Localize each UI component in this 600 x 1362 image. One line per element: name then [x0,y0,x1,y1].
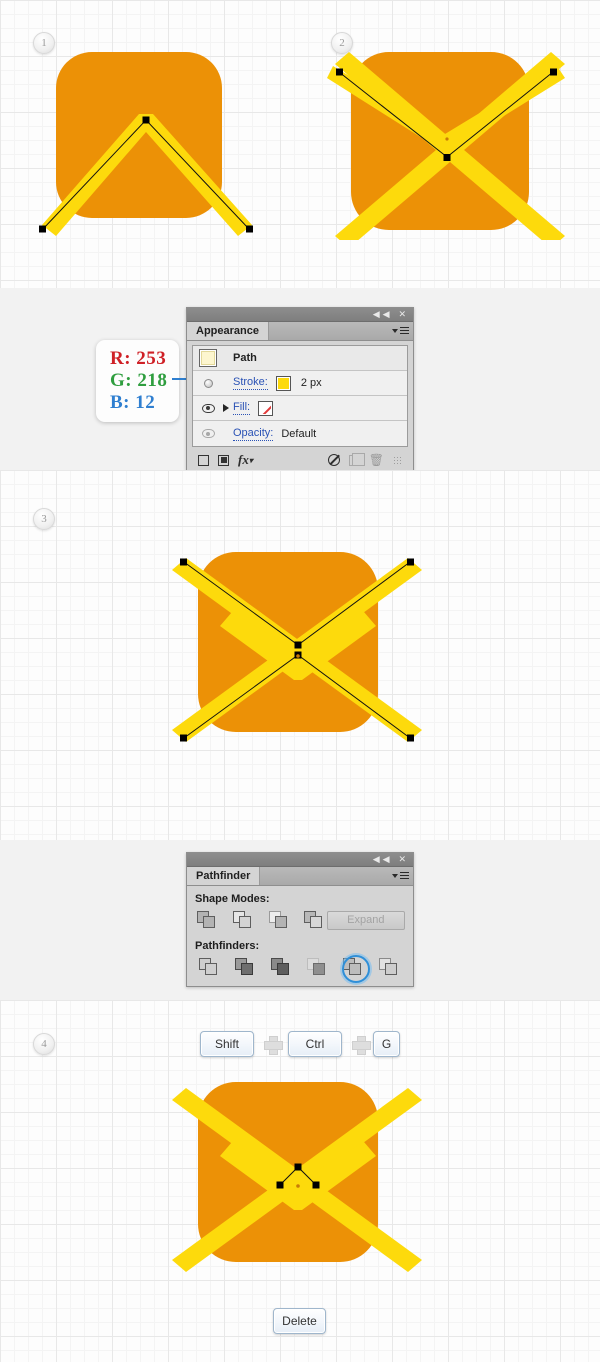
appearance-row-stroke-label[interactable]: Stroke: [233,376,268,390]
appearance-panel-footer[interactable]: fx ▾ 🗑 [192,450,408,470]
icon-artwork-step-3 [170,540,430,760]
appearance-row-path[interactable]: Path [193,346,407,371]
appearance-panel[interactable]: ◀◀ ✕ Appearance Path Stroke: 2 px Fill: … [186,307,414,471]
callout-blue-value: B: 12 [110,392,156,413]
step-badge-3: 3 [33,508,55,530]
shape-modes-label: Shape Modes: [195,893,270,905]
appearance-row-fill-label[interactable]: Fill: [233,401,251,415]
callout-green-value: G: 218 [110,370,168,391]
fill-expand-toggle[interactable] [219,404,233,412]
opacity-visibility-toggle[interactable] [197,429,219,438]
no-fill-icon [260,402,272,414]
pathfinder-titlebar-icons[interactable]: ◀◀ ✕ [373,853,409,867]
pathfinder-panel-body: Shape Modes: Expand Pathfinders: [187,886,413,986]
opacity-value[interactable]: Default [281,428,316,440]
outline-icon[interactable] [339,955,370,983]
merge-icon[interactable] [267,956,295,978]
appearance-row-opacity-label[interactable]: Opacity: [233,427,274,441]
appearance-section: R: 253 G: 218 B: 12 ◀◀ ✕ Appearance Path… [0,288,600,471]
appearance-panel-menu-button[interactable] [392,325,409,336]
path-thumbnail-slot [197,349,219,367]
icon-artwork-step-2 [325,40,575,240]
appearance-row-fill[interactable]: Fill: [193,396,407,421]
close-icon[interactable]: ✕ [398,855,409,865]
add-new-effect-icon[interactable]: fx ▾ [238,452,253,468]
canvas-section-step3: 3 [0,470,600,840]
tab-appearance[interactable]: Appearance [187,322,269,340]
add-new-stroke-icon[interactable] [198,454,209,466]
pathfinder-panel-tabbar[interactable]: Pathfinder [187,867,413,886]
add-new-fill-icon[interactable] [218,454,229,466]
appearance-panel-tabbar[interactable]: Appearance [187,322,413,341]
icon-artwork-step-4 [170,1070,430,1290]
minus-back-icon[interactable] [375,956,403,978]
step-badge-4: 4 [33,1033,55,1055]
duplicate-item-icon[interactable] [348,452,365,466]
stroke-weight-value[interactable]: 2 px [301,377,322,389]
appearance-row-stroke[interactable]: Stroke: 2 px [193,371,407,396]
appearance-titlebar-icons[interactable]: ◀◀ ✕ [373,308,409,322]
canvas-section-step4: 4 Shift Ctrl G Delete [0,1000,600,1362]
collapse-icon[interactable]: ◀◀ [373,310,393,320]
expand-button[interactable]: Expand [326,910,406,930]
key-g[interactable]: G [373,1031,400,1057]
chevron-down-icon [392,328,398,333]
appearance-panel-body: Path Stroke: 2 px Fill: Opacity: Default… [187,341,413,470]
rgb-callout: R: 253 G: 218 B: 12 [96,340,180,422]
unite-icon[interactable] [195,909,220,931]
menu-icon [400,870,409,881]
stroke-color-swatch[interactable] [275,375,291,391]
triangle-right-icon [223,404,229,412]
crop-icon[interactable] [303,956,331,978]
trim-icon[interactable] [231,956,259,978]
divide-icon[interactable] [195,956,223,978]
appearance-list: Path Stroke: 2 px Fill: Opacity: Default [192,345,408,447]
close-icon[interactable]: ✕ [398,310,409,320]
exclude-icon[interactable] [302,909,327,931]
pathfinder-panel[interactable]: ◀◀ ✕ Pathfinder Shape Modes: Expand Path… [186,852,414,987]
stroke-swatch-fill [277,377,289,389]
path-thumbnail [199,349,217,367]
intersect-icon[interactable] [266,909,291,931]
fill-color-swatch[interactable] [258,400,274,416]
resize-grip-icon[interactable] [393,455,402,465]
collapse-icon[interactable]: ◀◀ [373,855,393,865]
plus-icon [264,1036,283,1055]
appearance-row-path-label: Path [233,352,257,364]
pathfinders-row [195,955,405,983]
callout-red-value: R: 253 [110,348,167,369]
tab-pathfinder[interactable]: Pathfinder [187,867,261,885]
canvas-section-top: 1 2 [0,0,600,288]
minus-front-icon[interactable] [231,909,256,931]
appearance-row-opacity[interactable]: Opacity: Default [193,421,407,446]
key-shift[interactable]: Shift [200,1031,254,1057]
eye-icon [201,403,215,413]
eye-icon-dim [201,429,215,438]
clear-appearance-icon[interactable] [327,454,340,466]
delete-item-icon[interactable]: 🗑 [369,453,384,467]
pathfinders-label: Pathfinders: [195,940,260,952]
stroke-visibility-toggle[interactable] [197,378,219,388]
pathfinder-panel-titlebar[interactable]: ◀◀ ✕ [187,853,413,867]
icon-artwork-step-1 [30,40,270,240]
shape-modes-row: Expand [195,909,406,931]
appearance-panel-titlebar[interactable]: ◀◀ ✕ [187,308,413,322]
pathfinder-panel-menu-button[interactable] [392,870,409,881]
key-delete[interactable]: Delete [273,1308,326,1334]
plus-icon [352,1036,371,1055]
pathfinder-section: ◀◀ ✕ Pathfinder Shape Modes: Expand Path… [0,840,600,1000]
chevron-down-icon [392,873,398,878]
menu-icon [400,325,409,336]
fill-visibility-toggle[interactable] [197,403,219,413]
disc-icon [203,378,213,388]
key-ctrl[interactable]: Ctrl [288,1031,342,1057]
